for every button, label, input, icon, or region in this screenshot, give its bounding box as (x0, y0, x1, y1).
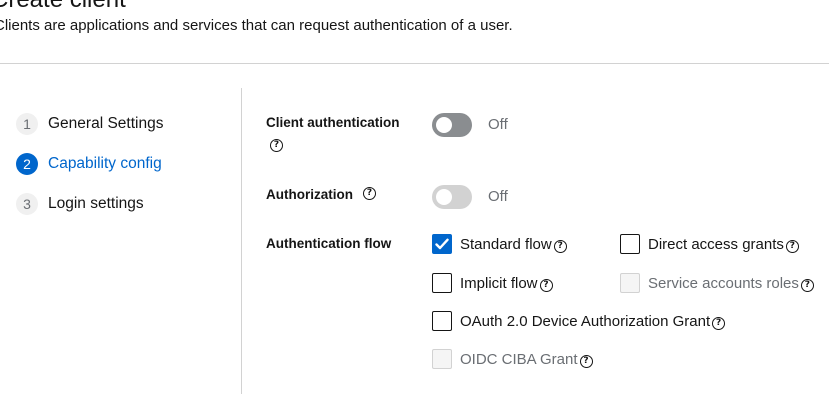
oauth-device-grant-checkbox[interactable] (432, 311, 452, 331)
step-number: 3 (16, 193, 38, 215)
service-accounts-roles-option: Service accounts roles ? (620, 273, 814, 293)
question-circle-icon[interactable]: ? (553, 240, 567, 253)
question-circle-icon[interactable]: ? (539, 279, 553, 292)
implicit-flow-label: Implicit flow (460, 274, 538, 292)
standard-flow-checkbox[interactable] (432, 234, 452, 254)
client-authentication-switch[interactable] (432, 113, 472, 137)
authorization-label: Authorization (266, 187, 353, 202)
direct-access-grants-checkbox[interactable] (620, 234, 640, 254)
direct-access-grants-option[interactable]: Direct access grants ? (620, 234, 799, 254)
standard-flow-label: Standard flow (460, 235, 552, 253)
client-authentication-state: Off (488, 116, 508, 133)
oauth-device-grant-label: OAuth 2.0 Device Authorization Grant (460, 312, 711, 330)
step-label: Login settings (48, 195, 144, 212)
authorization-switch (432, 185, 472, 209)
question-circle-icon[interactable]: ? (800, 279, 814, 292)
question-circle-icon[interactable]: ? (785, 240, 799, 253)
oidc-ciba-grant-checkbox (432, 349, 452, 369)
step-number: 2 (16, 153, 38, 175)
question-circle-icon[interactable]: ? (579, 355, 593, 368)
implicit-flow-option[interactable]: Implicit flow ? (432, 273, 553, 293)
switch-knob (436, 189, 452, 205)
wizard-step-general-settings[interactable]: 1 General Settings (16, 112, 163, 136)
question-circle-icon[interactable]: ? (363, 187, 376, 200)
oauth-device-grant-option[interactable]: OAuth 2.0 Device Authorization Grant ? (432, 311, 726, 331)
implicit-flow-checkbox[interactable] (432, 273, 452, 293)
service-accounts-roles-checkbox (620, 273, 640, 293)
authorization-state: Off (488, 188, 508, 205)
wizard-step-login-settings[interactable]: 3 Login settings (16, 192, 144, 216)
checkmark-icon (435, 238, 449, 250)
wizard-step-capability-config[interactable]: 2 Capability config (16, 152, 162, 176)
question-circle-icon[interactable]: ? (712, 317, 726, 330)
wizard-nav-divider (241, 88, 242, 394)
oidc-ciba-grant-option: OIDC CIBA Grant ? (432, 349, 593, 369)
step-label: General Settings (48, 115, 164, 132)
header-divider (0, 63, 829, 64)
oidc-ciba-grant-label: OIDC CIBA Grant (460, 350, 578, 368)
page-description: Clients are applications and services th… (0, 17, 513, 34)
step-number: 1 (16, 113, 38, 135)
switch-knob (436, 117, 452, 133)
standard-flow-option[interactable]: Standard flow ? (432, 234, 567, 254)
authentication-flow-label: Authentication flow (266, 236, 392, 251)
question-circle-icon[interactable]: ? (270, 139, 283, 152)
client-authentication-label: Client authentication (266, 115, 400, 130)
page-title: Create client (0, 0, 126, 14)
service-accounts-roles-label: Service accounts roles (648, 274, 799, 292)
step-label: Capability config (48, 155, 162, 172)
direct-access-grants-label: Direct access grants (648, 235, 784, 253)
